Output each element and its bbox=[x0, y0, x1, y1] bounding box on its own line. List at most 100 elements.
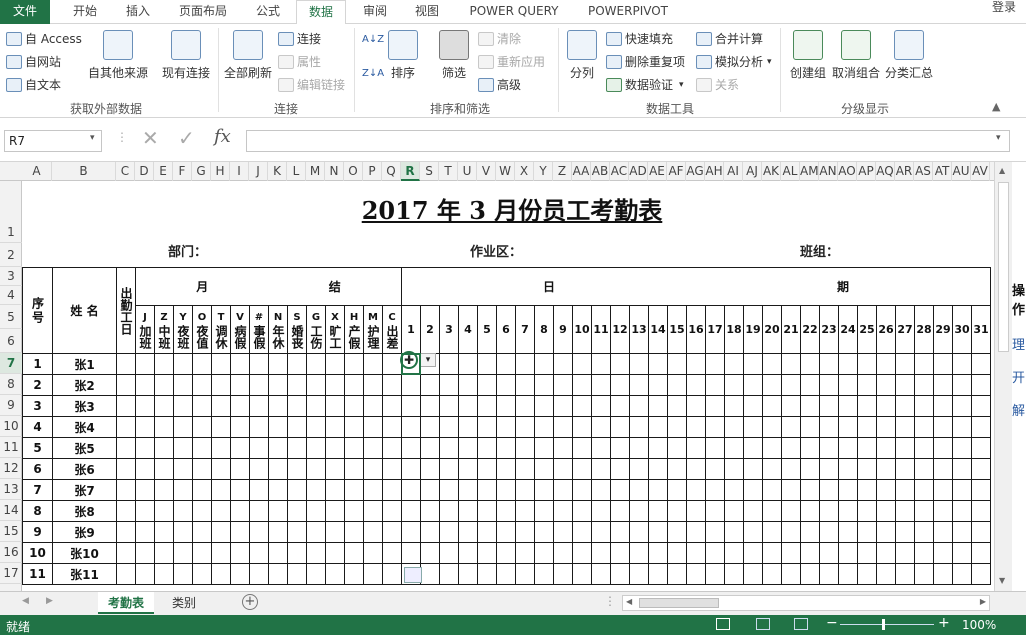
attendance-cell[interactable] bbox=[287, 395, 307, 417]
attendance-cell[interactable] bbox=[648, 458, 668, 480]
attendance-cell[interactable] bbox=[534, 479, 554, 501]
attendance-cell[interactable] bbox=[914, 500, 934, 522]
attendance-cell[interactable] bbox=[192, 521, 212, 543]
attendance-cell[interactable] bbox=[268, 458, 288, 480]
row-header[interactable]: 6 bbox=[0, 329, 22, 353]
column-header[interactable]: N bbox=[325, 162, 344, 181]
attendance-cell[interactable] bbox=[667, 500, 687, 522]
reapply-button[interactable]: 重新应用 bbox=[478, 53, 545, 70]
attendance-cell[interactable] bbox=[800, 542, 820, 564]
attendance-cell[interactable] bbox=[933, 416, 953, 438]
attendance-cell[interactable] bbox=[401, 479, 421, 501]
column-header[interactable]: D bbox=[135, 162, 154, 181]
attendance-cell[interactable] bbox=[382, 458, 402, 480]
attendance-cell[interactable] bbox=[781, 500, 801, 522]
attendance-cell[interactable] bbox=[762, 437, 782, 459]
attendance-cell[interactable] bbox=[192, 374, 212, 396]
tab-formulas[interactable]: 公式 bbox=[244, 0, 292, 24]
attendance-cell[interactable] bbox=[876, 542, 896, 564]
column-header[interactable]: K bbox=[268, 162, 287, 181]
attendance-cell[interactable] bbox=[610, 479, 630, 501]
attendance-cell[interactable] bbox=[724, 521, 744, 543]
attendance-cell[interactable] bbox=[743, 353, 763, 375]
column-header[interactable]: J bbox=[249, 162, 268, 181]
column-header[interactable]: Z bbox=[553, 162, 572, 181]
attendance-cell[interactable] bbox=[724, 374, 744, 396]
attendance-cell[interactable] bbox=[667, 416, 687, 438]
attendance-cell[interactable] bbox=[325, 563, 345, 585]
attendance-cell[interactable] bbox=[914, 437, 934, 459]
column-header[interactable]: V bbox=[477, 162, 496, 181]
attendance-cell[interactable] bbox=[971, 563, 991, 585]
attendance-cell[interactable] bbox=[116, 521, 136, 543]
attendance-cell[interactable] bbox=[686, 353, 706, 375]
attendance-cell[interactable] bbox=[914, 521, 934, 543]
column-header[interactable]: AD bbox=[629, 162, 648, 181]
attendance-cell[interactable] bbox=[705, 563, 725, 585]
attendance-cell[interactable] bbox=[458, 437, 478, 459]
attendance-cell[interactable] bbox=[458, 563, 478, 585]
attendance-cell[interactable] bbox=[325, 500, 345, 522]
attendance-cell[interactable] bbox=[819, 374, 839, 396]
attendance-cell[interactable] bbox=[211, 521, 231, 543]
attendance-cell[interactable] bbox=[800, 479, 820, 501]
column-header[interactable]: W bbox=[496, 162, 515, 181]
attendance-cell[interactable] bbox=[914, 353, 934, 375]
attendance-cell[interactable] bbox=[971, 521, 991, 543]
attendance-cell[interactable] bbox=[230, 563, 250, 585]
attendance-cell[interactable] bbox=[572, 416, 592, 438]
attendance-cell[interactable] bbox=[724, 563, 744, 585]
attendance-cell[interactable] bbox=[610, 353, 630, 375]
tab-data[interactable]: 数据 bbox=[296, 0, 346, 25]
attendance-cell[interactable] bbox=[173, 395, 193, 417]
attendance-cell[interactable] bbox=[629, 479, 649, 501]
attendance-cell[interactable] bbox=[686, 416, 706, 438]
attendance-cell[interactable] bbox=[382, 500, 402, 522]
attendance-cell[interactable] bbox=[686, 458, 706, 480]
attendance-cell[interactable] bbox=[762, 479, 782, 501]
column-header[interactable]: AB bbox=[591, 162, 610, 181]
attendance-cell[interactable] bbox=[211, 500, 231, 522]
attendance-cell[interactable] bbox=[591, 563, 611, 585]
attendance-cell[interactable] bbox=[743, 479, 763, 501]
attendance-cell[interactable] bbox=[838, 542, 858, 564]
column-header[interactable]: AT bbox=[933, 162, 952, 181]
attendance-cell[interactable] bbox=[249, 416, 269, 438]
attendance-cell[interactable] bbox=[952, 437, 972, 459]
tab-home[interactable]: 开始 bbox=[60, 0, 110, 24]
attendance-cell[interactable] bbox=[515, 416, 535, 438]
attendance-cell[interactable] bbox=[743, 416, 763, 438]
sort-asc-button[interactable]: A↓Z bbox=[362, 34, 384, 45]
attendance-cell[interactable] bbox=[211, 395, 231, 417]
attendance-cell[interactable] bbox=[496, 563, 516, 585]
column-header[interactable]: F bbox=[173, 162, 192, 181]
dropdown-arrow-icon[interactable]: ▾ bbox=[420, 353, 436, 367]
attendance-cell[interactable] bbox=[667, 395, 687, 417]
zoom-in-icon[interactable]: + bbox=[938, 615, 950, 631]
attendance-cell[interactable] bbox=[382, 542, 402, 564]
normal-view-icon[interactable] bbox=[716, 618, 730, 630]
attendance-cell[interactable] bbox=[591, 416, 611, 438]
chevron-down-icon[interactable]: ▾ bbox=[90, 133, 95, 143]
attendance-cell[interactable] bbox=[629, 437, 649, 459]
edit-links-button[interactable]: 编辑链接 bbox=[278, 76, 345, 93]
attendance-cell[interactable] bbox=[933, 563, 953, 585]
attendance-cell[interactable] bbox=[363, 416, 383, 438]
attendance-cell[interactable] bbox=[952, 479, 972, 501]
attendance-cell[interactable] bbox=[135, 521, 155, 543]
attendance-cell[interactable] bbox=[838, 521, 858, 543]
attendance-cell[interactable] bbox=[743, 500, 763, 522]
row-header[interactable]: 15 bbox=[0, 521, 22, 542]
attendance-cell[interactable] bbox=[173, 500, 193, 522]
attendance-cell[interactable] bbox=[572, 374, 592, 396]
attendance-cell[interactable] bbox=[249, 521, 269, 543]
attendance-cell[interactable] bbox=[933, 521, 953, 543]
column-header[interactable]: AS bbox=[914, 162, 933, 181]
attendance-cell[interactable] bbox=[230, 458, 250, 480]
attendance-cell[interactable] bbox=[211, 479, 231, 501]
row-header[interactable]: 7 bbox=[0, 353, 22, 374]
attendance-cell[interactable] bbox=[857, 353, 877, 375]
attendance-cell[interactable] bbox=[686, 542, 706, 564]
attendance-cell[interactable] bbox=[496, 479, 516, 501]
attendance-cell[interactable] bbox=[344, 395, 364, 417]
